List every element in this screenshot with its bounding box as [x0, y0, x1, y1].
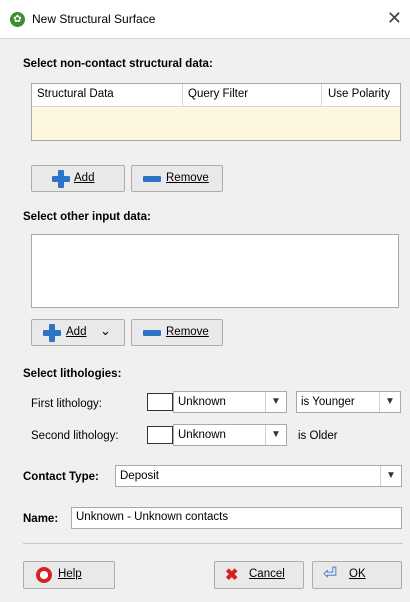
- table-header: Structural Data Query Filter Use Polarit…: [32, 84, 400, 107]
- divider: [23, 543, 403, 544]
- add-button-label: Add: [66, 326, 87, 338]
- lifebuoy-icon: [36, 567, 52, 583]
- cancel-button-label: Cancel: [249, 568, 285, 580]
- minus-icon: [143, 176, 161, 182]
- other-input-list[interactable]: [31, 234, 399, 308]
- structural-data-label: Select non-contact structural data:: [23, 58, 213, 70]
- column-header-query-filter[interactable]: Query Filter: [188, 88, 248, 100]
- chevron-down-icon[interactable]: ▼: [380, 466, 401, 486]
- second-lithology-select[interactable]: Unknown ▼: [173, 424, 287, 446]
- remove-structural-data-button[interactable]: Remove: [131, 165, 223, 192]
- title-bar: ✿ New Structural Surface ✕: [0, 0, 410, 39]
- table-body[interactable]: [32, 107, 400, 140]
- first-lithology-color-swatch[interactable]: [147, 393, 173, 411]
- contact-type-select[interactable]: Deposit ▼: [115, 465, 402, 487]
- ok-button[interactable]: ⏎ OK: [312, 561, 402, 589]
- contact-type-label: Contact Type:: [23, 471, 99, 483]
- add-input-dropdown-button[interactable]: Add ⌄: [31, 319, 125, 346]
- column-header-use-polarity[interactable]: Use Polarity: [328, 88, 390, 100]
- minus-icon: [143, 330, 161, 336]
- plus-icon: [52, 170, 70, 188]
- window-title: New Structural Surface: [32, 12, 156, 26]
- remove-button-label: Remove: [166, 326, 209, 338]
- chevron-down-icon[interactable]: ▼: [379, 392, 400, 412]
- other-input-label: Select other input data:: [23, 211, 151, 223]
- lithologies-label: Select lithologies:: [23, 368, 122, 380]
- remove-input-button[interactable]: Remove: [131, 319, 223, 346]
- first-lithology-relation-value: is Younger: [301, 396, 355, 408]
- plus-icon: [43, 324, 61, 342]
- name-label: Name:: [23, 513, 59, 525]
- name-field[interactable]: [71, 507, 402, 529]
- help-button-label: Help: [58, 568, 82, 580]
- first-lithology-value: Unknown: [178, 396, 226, 408]
- chevron-down-icon: ⌄: [100, 323, 111, 338]
- first-lithology-label: First lithology:: [31, 398, 102, 410]
- second-lithology-relation: is Older: [298, 430, 338, 442]
- cancel-x-icon: ✖: [225, 567, 239, 584]
- contact-type-value: Deposit: [120, 470, 159, 482]
- add-button-label: Add: [74, 172, 95, 184]
- second-lithology-value: Unknown: [178, 429, 226, 441]
- first-lithology-relation-select[interactable]: is Younger ▼: [296, 391, 401, 413]
- enter-arrow-icon: ⏎: [323, 564, 338, 583]
- close-icon[interactable]: ✕: [387, 8, 402, 29]
- name-input[interactable]: [76, 511, 395, 523]
- second-lithology-label: Second lithology:: [31, 430, 119, 442]
- first-lithology-select[interactable]: Unknown ▼: [173, 391, 287, 413]
- cancel-button[interactable]: ✖ Cancel: [214, 561, 304, 589]
- app-icon: ✿: [10, 12, 25, 27]
- chevron-down-icon[interactable]: ▼: [265, 392, 286, 412]
- structural-data-table[interactable]: Structural Data Query Filter Use Polarit…: [31, 83, 401, 141]
- chevron-down-icon[interactable]: ▼: [265, 425, 286, 445]
- help-button[interactable]: Help: [23, 561, 115, 589]
- ok-button-label: OK: [349, 568, 366, 580]
- remove-button-label: Remove: [166, 172, 209, 184]
- second-lithology-color-swatch[interactable]: [147, 426, 173, 444]
- add-structural-data-button[interactable]: Add: [31, 165, 125, 192]
- column-header-structural-data[interactable]: Structural Data: [37, 88, 114, 100]
